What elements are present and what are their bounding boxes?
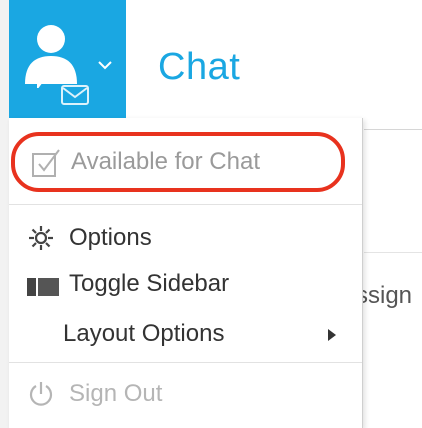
user-menu-button[interactable]: [9, 0, 126, 118]
menu-item-layout-options[interactable]: Layout Options: [9, 314, 362, 354]
menu-item-toggle-sidebar[interactable]: Toggle Sidebar: [9, 266, 362, 306]
menu-item-label: Toggle Sidebar: [69, 270, 230, 297]
sidebar-icon: [27, 278, 59, 296]
background-divider: [364, 129, 422, 130]
checkbox-icon: [32, 149, 60, 177]
power-icon: [29, 382, 53, 406]
user-dropdown-menu: Available for Chat Options Toggle Sideba…: [9, 118, 363, 428]
left-edge-strip: [0, 0, 9, 428]
menu-item-available-for-chat[interactable]: Available for Chat: [9, 134, 362, 192]
menu-item-label: Sign Out: [69, 380, 163, 407]
user-icon: [25, 25, 77, 88]
background-partial-text: ssign: [356, 282, 413, 309]
mail-icon: [61, 85, 89, 105]
chevron-right-icon: [328, 329, 336, 341]
background-divider: [364, 252, 422, 253]
menu-divider: [9, 362, 362, 363]
menu-item-label: Available for Chat: [71, 148, 260, 175]
gear-icon: [29, 226, 53, 250]
menu-item-label: Options: [69, 224, 152, 251]
chevron-down-icon: [98, 61, 112, 70]
menu-item-label: Layout Options: [63, 320, 225, 347]
menu-item-options[interactable]: Options: [9, 218, 362, 258]
menu-item-sign-out[interactable]: Sign Out: [9, 374, 362, 414]
page-title: Chat: [158, 46, 241, 88]
menu-divider: [9, 204, 362, 205]
